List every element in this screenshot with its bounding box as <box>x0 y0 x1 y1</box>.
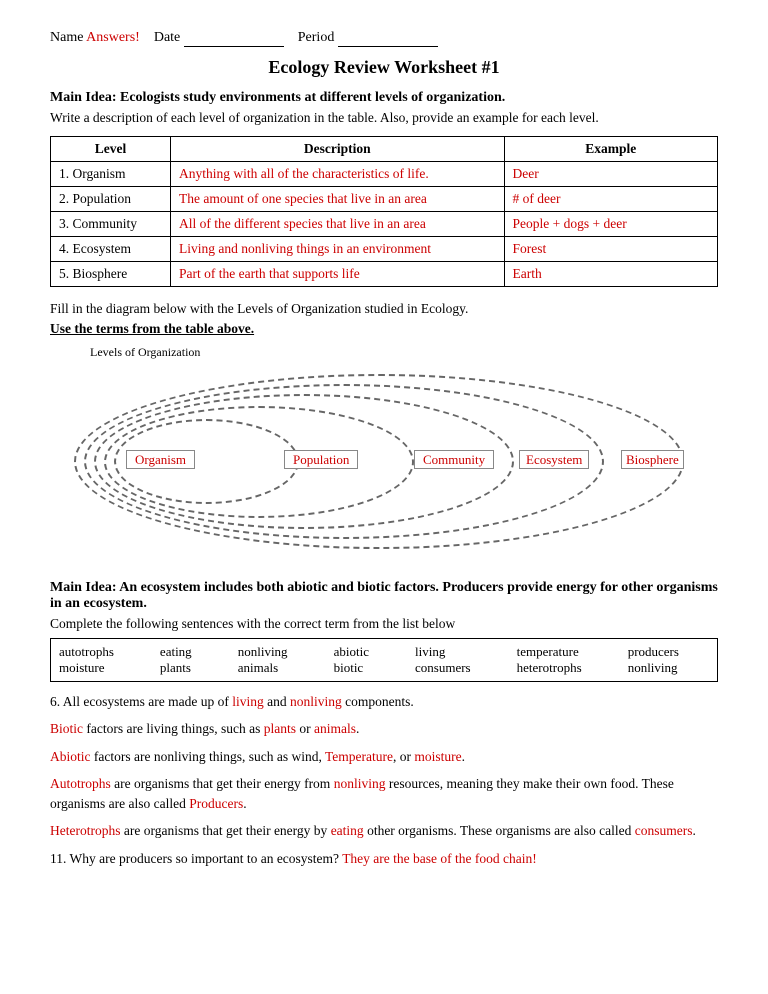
main-idea-1-subtitle: Write a description of each level of org… <box>50 110 718 126</box>
fill-text: Fill in the diagram below with the Level… <box>50 301 718 317</box>
example-4: Forest <box>504 237 717 262</box>
example-2: # of deer <box>504 187 717 212</box>
main-idea-1-heading: Main Idea: Ecologists study environments… <box>50 90 718 106</box>
sentence-10: Heterotrophs are organisms that get thei… <box>50 821 718 841</box>
sentence-7-or: or <box>296 721 314 736</box>
desc-4: Living and nonliving things in an enviro… <box>171 237 505 262</box>
sentence-10-word2: eating <box>331 823 364 838</box>
sentence-9-word2: nonliving <box>334 776 386 791</box>
word-bank-item: producers <box>628 644 709 660</box>
period-field[interactable] <box>338 30 438 47</box>
sentence-9-word3: Producers <box>189 796 243 811</box>
use-text: Use the terms from the table above. <box>50 321 718 337</box>
word-bank-item: heterotrophs <box>517 660 612 676</box>
word-bank-item: abiotic <box>334 644 399 660</box>
sentence-6-and: and <box>264 694 290 709</box>
date-field[interactable] <box>184 30 284 47</box>
biosphere-label: Biosphere <box>621 452 684 468</box>
level-4: 4. Ecosystem <box>51 237 171 262</box>
desc-1: Anything with all of the characteristics… <box>171 162 505 187</box>
example-5: Earth <box>504 262 717 287</box>
sentence-9: Autotrophs are organisms that get their … <box>50 774 718 815</box>
levels-table: Level Description Example 1. Organism An… <box>50 136 718 287</box>
sentence-10-text2: other organisms. These organisms are als… <box>364 823 635 838</box>
sentence-8-word3: moisture <box>414 749 461 764</box>
example-1: Deer <box>504 162 717 187</box>
population-label: Population <box>284 452 358 468</box>
sentence-8-text: factors are nonliving things, such as wi… <box>91 749 325 764</box>
word-bank-item: plants <box>160 660 222 676</box>
sentence-6-end: components. <box>342 694 414 709</box>
word-bank-item: temperature <box>517 644 612 660</box>
name-line: Name Answers! Date Period <box>50 30 718 47</box>
sentence-9-word1: Autotrophs <box>50 776 111 791</box>
sentence-7-word2: plants <box>264 721 296 736</box>
word-bank-item: nonliving <box>238 644 318 660</box>
example-3: People + dogs + deer <box>504 212 717 237</box>
desc-2: The amount of one species that live in a… <box>171 187 505 212</box>
sentence-6-word1: living <box>232 694 264 709</box>
col-level: Level <box>51 137 171 162</box>
word-bank: autotrophs eating nonliving abiotic livi… <box>50 638 718 682</box>
sentence-6: 6. All ecosystems are made up of living … <box>50 692 718 712</box>
sentence-8-word2: Temperature <box>325 749 393 764</box>
sentence-8-or: , or <box>393 749 414 764</box>
word-bank-item: animals <box>238 660 318 676</box>
word-bank-item: living <box>415 644 501 660</box>
word-bank-item: nonliving <box>628 660 709 676</box>
sentence-7-word3: animals <box>314 721 356 736</box>
sentence-7-word1: Biotic <box>50 721 83 736</box>
sentence-8-word1: Abiotic <box>50 749 91 764</box>
sentence-10-word3: consumers <box>635 823 693 838</box>
name-value: Answers! <box>86 30 140 45</box>
date-label: Date <box>154 30 180 45</box>
level-1: 1. Organism <box>51 162 171 187</box>
diagram-section: Fill in the diagram below with the Level… <box>50 301 718 564</box>
table-row: 3. Community All of the different specie… <box>51 212 718 237</box>
table-row: 2. Population The amount of one species … <box>51 187 718 212</box>
name-label: Name <box>50 30 83 45</box>
community-label: Community <box>414 452 494 468</box>
level-2: 2. Population <box>51 187 171 212</box>
sentence-10-word1: Heterotrophs <box>50 823 120 838</box>
word-bank-item: moisture <box>59 660 144 676</box>
sentence-6-num: 6. All ecosystems are made up of <box>50 694 232 709</box>
ecosystem-label: Ecosystem <box>519 452 589 468</box>
sentence-11: 11. Why are producers so important to an… <box>50 849 718 869</box>
word-bank-item: autotrophs <box>59 644 144 660</box>
sentence-7-text: factors are living things, such as <box>83 721 264 736</box>
main-idea-2-heading: Main Idea: An ecosystem includes both ab… <box>50 580 718 612</box>
period-label: Period <box>298 30 335 45</box>
word-bank-item: eating <box>160 644 222 660</box>
sentence-6-word2: nonliving <box>290 694 342 709</box>
table-row: 4. Ecosystem Living and nonliving things… <box>51 237 718 262</box>
table-row: 5. Biosphere Part of the earth that supp… <box>51 262 718 287</box>
col-example: Example <box>504 137 717 162</box>
sentence-8: Abiotic factors are nonliving things, su… <box>50 747 718 767</box>
desc-5: Part of the earth that supports life <box>171 262 505 287</box>
word-bank-item: biotic <box>334 660 399 676</box>
word-bank-item: consumers <box>415 660 501 676</box>
sentence-10-text1: are organisms that get their energy by <box>120 823 330 838</box>
organism-label: Organism <box>126 452 195 468</box>
page-title: Ecology Review Worksheet #1 <box>50 57 718 78</box>
diagram-container: Organism Population Community Ecosystem … <box>64 364 704 564</box>
sentence-9-text1: are organisms that get their energy from <box>111 776 334 791</box>
sentence-7: Biotic factors are living things, such a… <box>50 719 718 739</box>
desc-3: All of the different species that live i… <box>171 212 505 237</box>
level-5: 5. Biosphere <box>51 262 171 287</box>
sentence-11-answer: They are the base of the food chain! <box>342 851 537 866</box>
table-row: 1. Organism Anything with all of the cha… <box>51 162 718 187</box>
diagram-title: Levels of Organization <box>90 345 718 360</box>
main-idea-2-subtitle: Complete the following sentences with th… <box>50 616 718 632</box>
col-description: Description <box>171 137 505 162</box>
level-3: 3. Community <box>51 212 171 237</box>
sentence-11-text: 11. Why are producers so important to an… <box>50 851 342 866</box>
